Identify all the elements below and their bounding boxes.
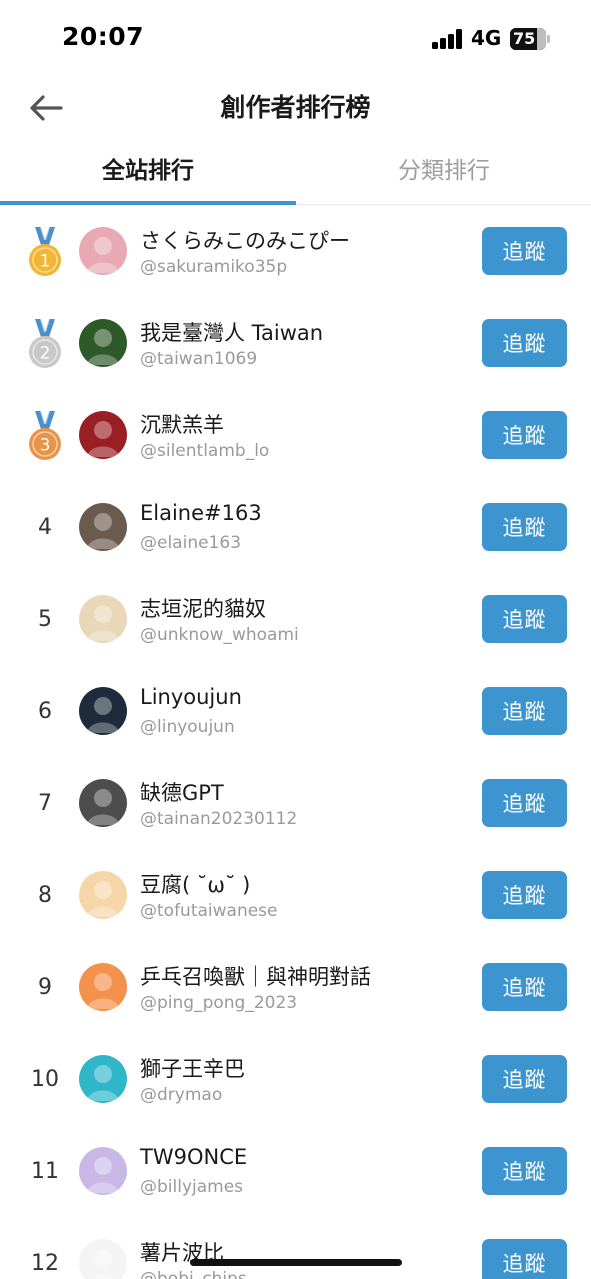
creator-row[interactable]: 5 志垣泥的貓奴 @unknow_whoami 追蹤 [0,573,591,665]
status-time: 20:07 [62,22,145,51]
rank-number: 8 [38,883,52,908]
nav-header: 創作者排行榜 [0,78,591,138]
follow-button[interactable]: 追蹤 [482,779,567,827]
gold-medal-icon: 1 [20,227,70,277]
cartoon-avatar-icon[interactable] [79,595,127,643]
creator-handle: @drymao [140,1085,223,1105]
creator-row[interactable]: 1 さくらみこのみこぴー @sakuramiko35p 追蹤 [0,205,591,297]
creator-handle: @tofutaiwanese [140,901,278,921]
battery-icon: 75 [510,28,546,50]
creator-row[interactable]: 6 Linyoujun @linyoujun 追蹤 [0,665,591,757]
creator-row[interactable]: 2 我是臺灣人 Taiwan @taiwan1069 追蹤 [0,297,591,389]
rank: 10 [20,1055,70,1105]
rank-number: 2 [40,344,51,364]
rank: 5 [20,595,70,645]
creator-row[interactable]: 4 Elaine#163 @elaine163 追蹤 [0,481,591,573]
creator-name[interactable]: 乒乓召喚獸｜與神明對話 [140,961,371,991]
rank: 8 [20,871,70,921]
trophy-avatar-icon[interactable] [79,1239,127,1279]
creator-row[interactable]: 8 豆腐( ˘ω˘ ) @tofutaiwanese 追蹤 [0,849,591,941]
rank-number: 9 [38,975,52,1000]
rank-number: 12 [31,1251,59,1276]
creator-name[interactable]: Elaine#163 [140,501,262,525]
rank-number: 1 [40,252,51,272]
creator-handle: @tainan20230112 [140,809,298,829]
creator-row[interactable]: 12 薯片波比 @bobi_chips 追蹤 [0,1217,591,1279]
creator-name[interactable]: 我是臺灣人 Taiwan [140,317,323,347]
follow-button[interactable]: 追蹤 [482,963,567,1011]
duo-portrait-avatar-icon[interactable] [79,1147,127,1195]
bronze-medal-icon: 3 [20,411,70,461]
follow-button[interactable]: 追蹤 [482,1239,567,1279]
follow-button[interactable]: 追蹤 [482,227,567,275]
portrait-avatar-icon[interactable] [79,503,127,551]
lion-cartoon-avatar-icon[interactable] [79,1055,127,1103]
follow-button[interactable]: 追蹤 [482,411,567,459]
creator-row[interactable]: 3 沉默羔羊 @silentlamb_lo 追蹤 [0,389,591,481]
cartoon-face-avatar-icon[interactable] [79,871,127,919]
creator-handle: @linyoujun [140,717,235,737]
creator-name[interactable]: Linyoujun [140,685,242,709]
rank-number: 5 [38,607,52,632]
creator-handle: @sakuramiko35p [140,257,288,277]
cat-avatar-icon[interactable] [79,227,127,275]
creator-handle: @silentlamb_lo [140,441,270,461]
figure-avatar-icon[interactable] [79,411,127,459]
rank: 12 [20,1239,70,1279]
page-title: 創作者排行榜 [220,93,371,122]
cellular-signal-icon [432,29,464,49]
rank: 4 [20,503,70,553]
rank: 6 [20,687,70,737]
battery-level: 75 [513,29,536,48]
creator-name[interactable]: 沉默羔羊 [140,409,224,439]
creator-row[interactable]: 9 乒乓召喚獸｜與神明對話 @ping_pong_2023 追蹤 [0,941,591,1033]
creator-row[interactable]: 11 TW9ONCE @billyjames 追蹤 [0,1125,591,1217]
rank: 9 [20,963,70,1013]
creator-handle: @unknow_whoami [140,625,299,645]
creator-name[interactable]: 志垣泥的貓奴 [140,593,266,623]
emblem-avatar-icon[interactable] [79,319,127,367]
creator-row[interactable]: 10 獅子王辛巴 @drymao 追蹤 [0,1033,591,1125]
battery-cap [547,35,550,43]
creator-name[interactable]: 缺德GPT [140,777,224,807]
rank: 11 [20,1147,70,1197]
tab-overall-ranking[interactable]: 全站排行 [0,138,296,204]
follow-button[interactable]: 追蹤 [482,1055,567,1103]
follow-button[interactable]: 追蹤 [482,871,567,919]
creator-name[interactable]: さくらみこのみこぴー [140,225,350,255]
follow-button[interactable]: 追蹤 [482,319,567,367]
creator-handle: @billyjames [140,1177,244,1197]
rank-number: 3 [40,436,51,456]
home-indicator[interactable] [190,1259,402,1266]
creator-name[interactable]: 豆腐( ˘ω˘ ) [140,869,250,899]
rank-number: 11 [31,1159,59,1184]
elephant-logo-avatar-icon[interactable] [79,963,127,1011]
follow-button[interactable]: 追蹤 [482,595,567,643]
creator-handle: @ping_pong_2023 [140,993,298,1013]
creator-handle: @bobi_chips [140,1269,247,1279]
creator-handle: @taiwan1069 [140,349,258,369]
rank-number: 4 [38,515,52,540]
follow-button[interactable]: 追蹤 [482,687,567,735]
silver-medal-icon: 2 [20,319,70,369]
creator-row[interactable]: 7 缺德GPT @tainan20230112 追蹤 [0,757,591,849]
rank-number: 10 [31,1067,59,1092]
rank-number: 7 [38,791,52,816]
creator-name[interactable]: TW9ONCE [140,1145,247,1169]
rank-number: 6 [38,699,52,724]
follow-button[interactable]: 追蹤 [482,1147,567,1195]
status-bar: 20:07 4G 75 [0,0,591,78]
follow-button[interactable]: 追蹤 [482,503,567,551]
rank: 7 [20,779,70,829]
tab-category-ranking[interactable]: 分類排行 [296,138,591,204]
network-type: 4G [471,26,502,50]
creator-name[interactable]: 獅子王辛巴 [140,1053,245,1083]
creator-handle: @elaine163 [140,533,242,553]
portrait-avatar-icon[interactable] [79,687,127,735]
tab-bar: 全站排行 分類排行 [0,138,591,205]
cat-avatar-icon[interactable] [79,779,127,827]
